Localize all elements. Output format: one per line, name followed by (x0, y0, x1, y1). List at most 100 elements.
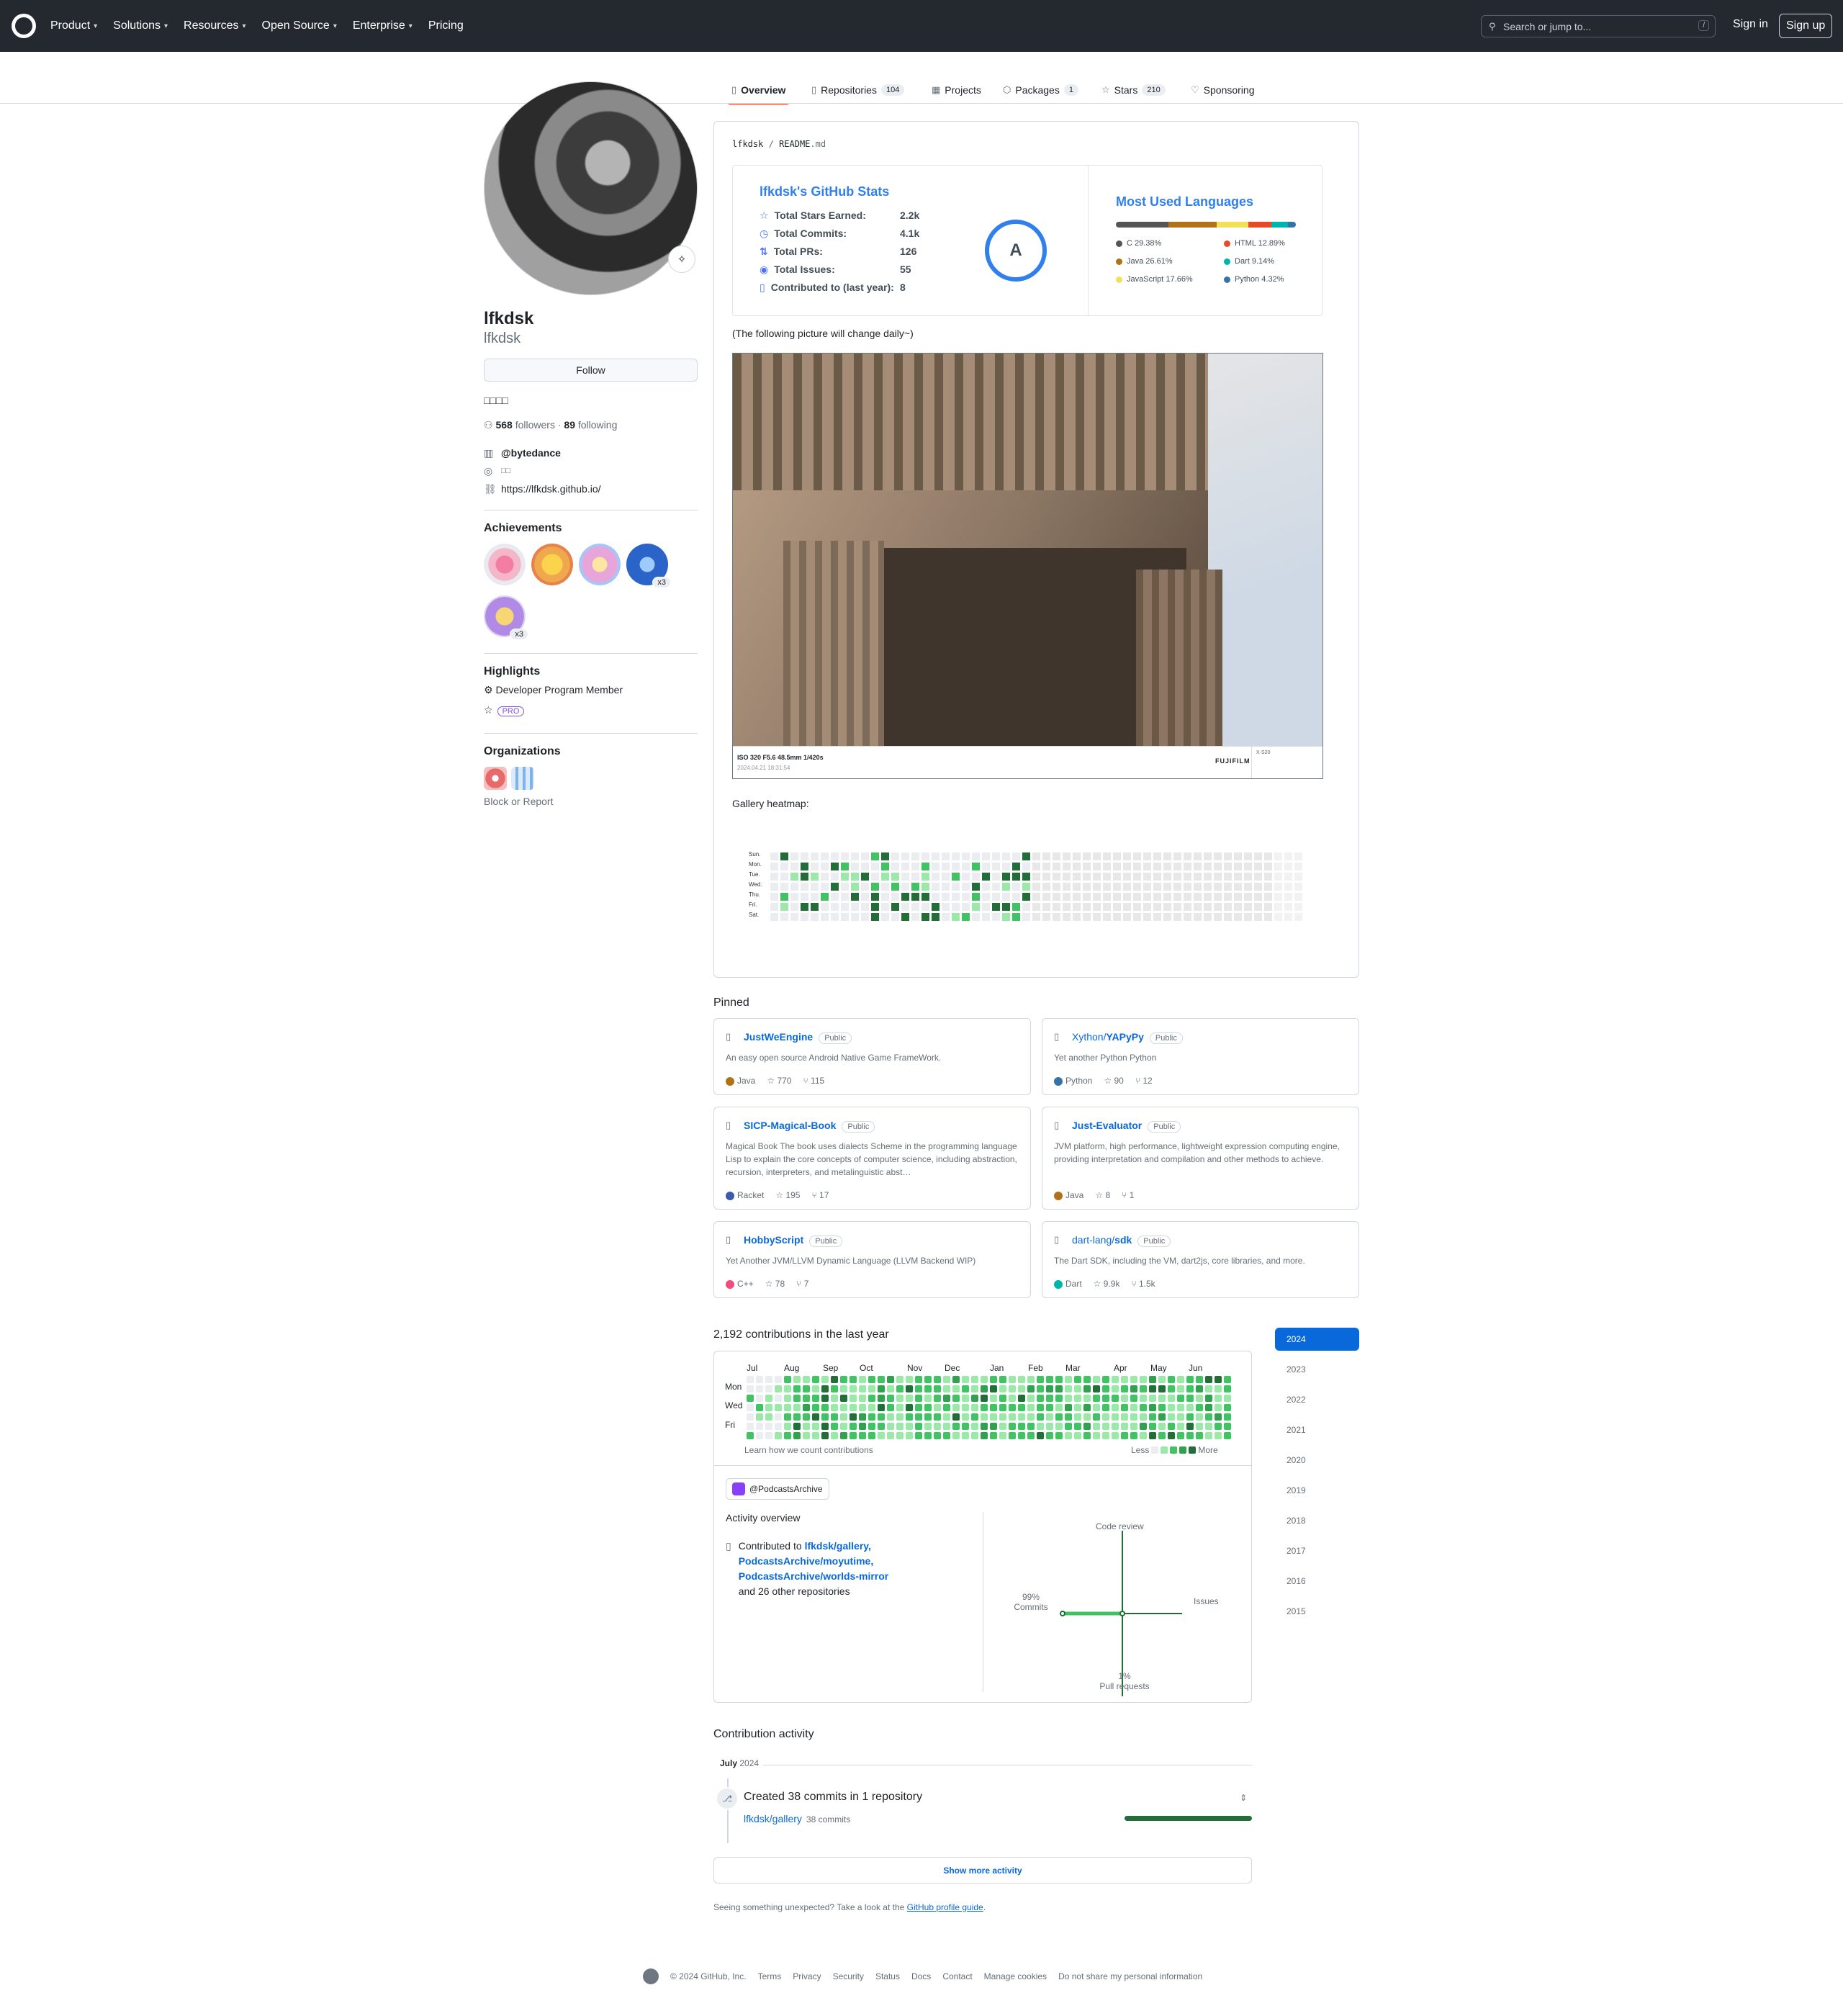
sign-in-link[interactable]: Sign in (1733, 18, 1768, 31)
contribution-day[interactable] (971, 1385, 978, 1392)
contribution-day[interactable] (756, 1404, 763, 1411)
contribution-day[interactable] (1158, 1385, 1166, 1392)
contribution-day[interactable] (896, 1404, 904, 1411)
contribution-day[interactable] (850, 1413, 857, 1421)
contribution-day[interactable] (962, 1395, 969, 1402)
contribution-day[interactable] (840, 1395, 847, 1402)
follow-button[interactable]: Follow (484, 359, 698, 382)
contribution-day[interactable] (1093, 1395, 1100, 1402)
contribution-day[interactable] (924, 1404, 932, 1411)
contribution-day[interactable] (1055, 1404, 1063, 1411)
contribution-day[interactable] (924, 1385, 932, 1392)
contribution-day[interactable] (868, 1395, 875, 1402)
contribution-day[interactable] (1102, 1404, 1109, 1411)
contribution-day[interactable] (971, 1376, 978, 1383)
footer-link[interactable]: Security (833, 1971, 864, 1981)
tab-overview[interactable]: ▯ Overview (728, 78, 789, 105)
contribution-day[interactable] (1027, 1432, 1035, 1439)
nav-enterprise[interactable]: Enterprise ▾ (353, 19, 413, 32)
contribution-day[interactable] (1149, 1423, 1156, 1430)
contribution-day[interactable] (840, 1376, 847, 1383)
contribution-day[interactable] (1102, 1395, 1109, 1402)
year-link[interactable]: 2016 (1275, 1570, 1359, 1593)
contribution-day[interactable] (878, 1404, 885, 1411)
contribution-day[interactable] (934, 1385, 941, 1392)
contribution-day[interactable] (859, 1404, 866, 1411)
year-link[interactable]: 2024 (1275, 1328, 1359, 1351)
contribution-day[interactable] (765, 1413, 772, 1421)
contribution-day[interactable] (896, 1423, 904, 1430)
contribution-day[interactable] (1158, 1423, 1166, 1430)
contribution-day[interactable] (887, 1395, 894, 1402)
contribution-day[interactable] (1083, 1376, 1091, 1383)
contribution-day[interactable] (906, 1376, 913, 1383)
contribution-day[interactable] (962, 1413, 969, 1421)
contribution-day[interactable] (1196, 1413, 1203, 1421)
contribution-day[interactable] (756, 1395, 763, 1402)
contribution-day[interactable] (859, 1413, 866, 1421)
contribution-day[interactable] (793, 1376, 801, 1383)
contribution-day[interactable] (840, 1423, 847, 1430)
contribution-day[interactable] (999, 1432, 1006, 1439)
contribution-day[interactable] (1112, 1432, 1119, 1439)
contribution-day[interactable] (1018, 1413, 1025, 1421)
contribution-day[interactable] (1102, 1432, 1109, 1439)
contribution-day[interactable] (1196, 1404, 1203, 1411)
year-link[interactable]: 2015 (1275, 1600, 1359, 1623)
contribution-day[interactable] (934, 1395, 941, 1402)
contribution-day[interactable] (934, 1376, 941, 1383)
contribution-day[interactable] (924, 1432, 932, 1439)
contribution-day[interactable] (952, 1413, 960, 1421)
achievement-badge-starstruck[interactable] (531, 544, 573, 585)
search-input[interactable]: ⚲ Search or jump to... / (1481, 15, 1716, 37)
contribution-day[interactable] (756, 1432, 763, 1439)
contribution-day[interactable] (1158, 1432, 1166, 1439)
contribution-day[interactable] (1037, 1413, 1044, 1421)
repo-name[interactable]: dart-lang/sdk Public (1072, 1234, 1171, 1247)
following-link[interactable]: 89 following (564, 419, 617, 431)
contribution-day[interactable] (747, 1376, 754, 1383)
contribution-day[interactable] (747, 1432, 754, 1439)
repo-name[interactable]: Just-Evaluator Public (1072, 1120, 1181, 1133)
contribution-day[interactable] (803, 1376, 810, 1383)
contribution-day[interactable] (831, 1423, 838, 1430)
contribution-day[interactable] (756, 1413, 763, 1421)
contribution-day[interactable] (1158, 1376, 1166, 1383)
contribution-day[interactable] (859, 1376, 866, 1383)
contribution-day[interactable] (943, 1423, 950, 1430)
contribution-day[interactable] (756, 1423, 763, 1430)
contribution-day[interactable] (1168, 1423, 1175, 1430)
nav-pricing[interactable]: Pricing (428, 19, 464, 32)
contribution-day[interactable] (1121, 1376, 1128, 1383)
contribution-day[interactable] (1168, 1395, 1175, 1402)
contribution-day[interactable] (990, 1385, 997, 1392)
contribution-day[interactable] (943, 1432, 950, 1439)
company-link[interactable]: @bytedance (501, 444, 561, 462)
year-link[interactable]: 2017 (1275, 1539, 1359, 1562)
contribution-day[interactable] (1177, 1423, 1184, 1430)
contribution-day[interactable] (1027, 1376, 1035, 1383)
contribution-day[interactable] (1055, 1423, 1063, 1430)
contribution-day[interactable] (878, 1376, 885, 1383)
contribution-day[interactable] (1112, 1395, 1119, 1402)
contribution-day[interactable] (896, 1432, 904, 1439)
contribution-day[interactable] (1186, 1385, 1194, 1392)
contribution-day[interactable] (831, 1413, 838, 1421)
contribution-day[interactable] (1074, 1423, 1081, 1430)
contribution-day[interactable] (915, 1423, 922, 1430)
contribution-day[interactable] (906, 1404, 913, 1411)
contribution-day[interactable] (1121, 1413, 1128, 1421)
year-link[interactable]: 2022 (1275, 1388, 1359, 1411)
repo-forks[interactable]: ⑂ 17 (811, 1190, 829, 1200)
repo-stars[interactable]: ☆ 195 (775, 1190, 800, 1200)
contribution-day[interactable] (1018, 1395, 1025, 1402)
contribution-day[interactable] (952, 1432, 960, 1439)
contribution-day[interactable] (1055, 1385, 1063, 1392)
contribution-day[interactable] (952, 1404, 960, 1411)
contribution-day[interactable] (915, 1404, 922, 1411)
contribution-day[interactable] (868, 1413, 875, 1421)
contribution-day[interactable] (906, 1385, 913, 1392)
year-link[interactable]: 2023 (1275, 1358, 1359, 1381)
contribution-day[interactable] (765, 1385, 772, 1392)
contribution-day[interactable] (784, 1432, 791, 1439)
